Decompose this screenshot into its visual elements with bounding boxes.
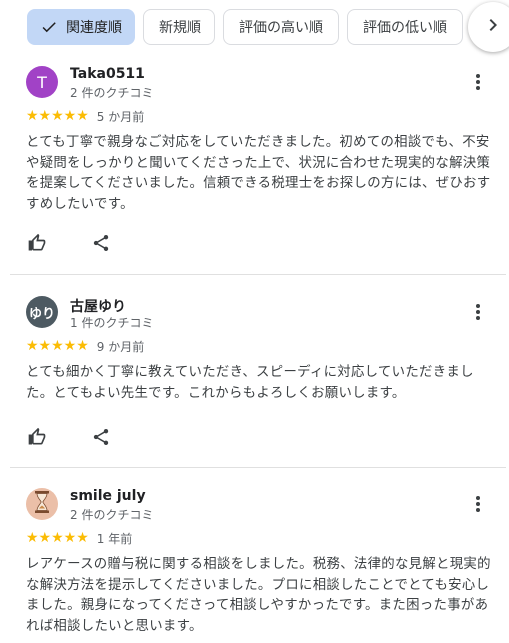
review-time: 9 か月前 [96,339,145,354]
reviewer-name[interactable]: 古屋ゆり [70,296,126,316]
reviewer-name[interactable]: smile july [70,488,146,504]
sort-chip-highest[interactable]: 評価の高い順 [223,9,339,45]
sort-chip-label: 評価の低い順 [363,20,447,36]
thumb-up-icon[interactable] [26,232,48,254]
reviewer-review-count: 1 件のクチコミ [70,316,154,330]
sort-chip-relevance[interactable]: 関連度順 [27,9,135,45]
review-time: 1 年前 [96,531,133,546]
divider [10,467,506,468]
reviewer-name[interactable]: Taka0511 [70,66,145,82]
avatar[interactable] [26,488,58,520]
share-icon[interactable] [90,232,112,254]
review-text: とても丁寧で親身なご対応をしていただきました。初めての相談でも、不安や疑問をしっ… [26,135,491,212]
thumb-up-icon[interactable] [26,426,48,448]
more-vert-icon[interactable] [470,72,486,92]
sort-chip-newest[interactable]: 新規順 [143,9,215,45]
star-rating: ★★★★★ [26,530,89,546]
avatar-letter: T [37,72,47,92]
review-card: smile july 2 件のクチコミ ★★★★★ 1 年前 レアケースの贈与税… [10,484,506,637]
star-rating: ★★★★★ [26,338,89,354]
share-icon[interactable] [90,426,112,448]
reviewer-review-count: 2 件のクチコミ [70,86,154,100]
review-card: ゆり 古屋ゆり 1 件のクチコミ ★★★★★ 9 か月前 とても細かく丁寧に教え… [10,292,506,445]
review-card: T Taka0511 2 件のクチコミ ★★★★★ 5 か月前 とても丁寧で親身… [10,62,506,251]
check-icon [40,18,58,36]
hourglass-icon [32,490,52,518]
star-rating: ★★★★★ [26,108,89,124]
more-vert-icon[interactable] [470,302,486,322]
divider [10,274,506,275]
sort-chip-lowest[interactable]: 評価の低い順 [347,9,463,45]
more-vert-icon[interactable] [470,494,486,514]
avatar[interactable]: ゆり [26,296,58,328]
reviewer-review-count: 2 件のクチコミ [70,508,154,522]
chevron-right-icon [481,13,505,41]
sort-chip-label: 関連度順 [66,20,122,36]
review-time: 5 か月前 [96,109,145,124]
sort-chip-label: 新規順 [159,20,201,36]
avatar-letter: ゆり [28,306,55,322]
review-text: とても細かく丁寧に教えていただき、スピーディに対応していただきました。とてもよい… [26,365,474,401]
sort-chips: 関連度順 新規順 評価の高い順 評価の低い順 [27,9,463,45]
sort-chip-label: 評価の高い順 [239,20,323,36]
review-text: レアケースの贈与税に関する相談をしました。税務、法律的な見解と現実的な解決方法を… [26,557,491,634]
scroll-right-button[interactable] [468,2,509,52]
avatar[interactable]: T [26,66,58,98]
